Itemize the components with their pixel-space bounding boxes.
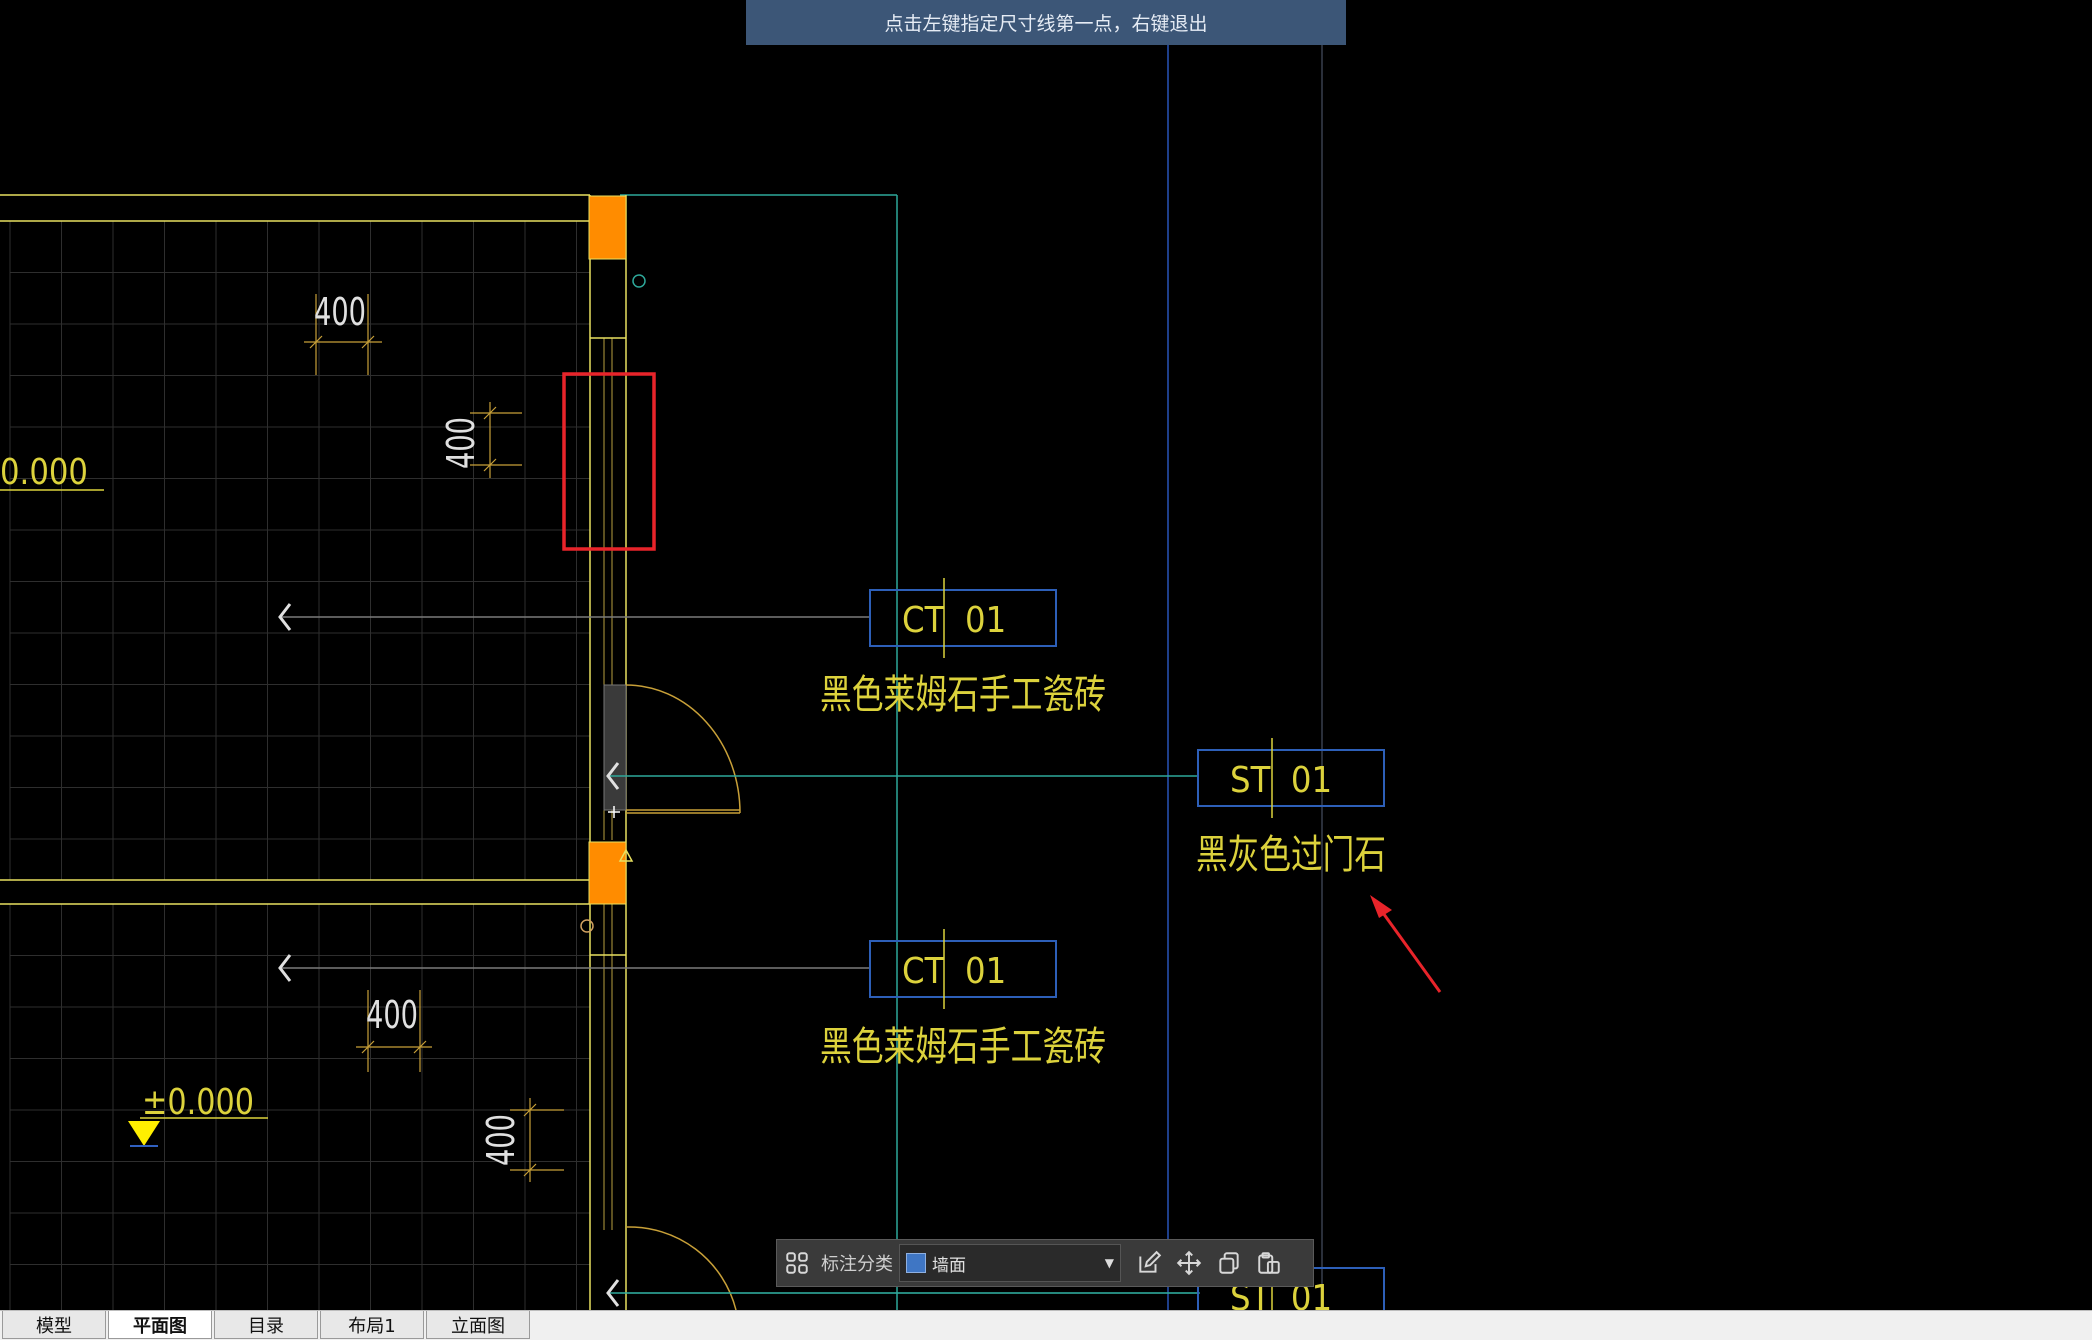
dim-text-2: 400 (439, 417, 483, 469)
dim-text-3: 400 (366, 993, 418, 1037)
move-icon[interactable] (1169, 1243, 1209, 1283)
tab-floor-plan[interactable]: 平面图 (108, 1311, 212, 1339)
annotation-category-select[interactable]: 墙面 ▼ (899, 1244, 1121, 1282)
material-tag-ct01-lower[interactable]: CT 01 黑色莱姆石手工瓷砖 (820, 929, 1106, 1070)
tab-label: 布局1 (348, 1315, 396, 1337)
material-tag-ct01-upper[interactable]: CT 01 黑色莱姆石手工瓷砖 (820, 578, 1106, 718)
tag-desc: 黑色莱姆石手工瓷砖 (820, 1024, 1106, 1070)
tab-label: 平面图 (133, 1315, 187, 1337)
edit-icon[interactable] (1129, 1243, 1169, 1283)
column-top (588, 195, 627, 260)
annotation-toolbar: 标注分类 墙面 ▼ (776, 1239, 1314, 1287)
highlight-red-box (562, 372, 656, 551)
command-prompt-text: 点击左键指定尺寸线第一点，右键退出 (884, 13, 1208, 35)
category-color-swatch (906, 1253, 926, 1273)
layout-tab-bar: 模型 平面图 目录 布局1 立面图 (0, 1310, 2092, 1340)
tag-code: ST 01 (1230, 760, 1332, 801)
tag-code: CT 01 (902, 600, 1006, 641)
marker-circle-mid (580, 919, 594, 933)
tag-desc: 黑色莱姆石手工瓷砖 (820, 672, 1106, 718)
walls (0, 194, 627, 1310)
tab-label: 立面图 (451, 1315, 505, 1337)
level-marks: 0.000 ±0.000 (0, 452, 268, 1147)
door-swing (625, 684, 741, 1311)
category-select-value: 墙面 (932, 1255, 966, 1276)
material-tag-st01[interactable]: ST 01 黑灰色过门石 (1196, 738, 1386, 878)
column-middle (588, 841, 627, 905)
level-text-upper: 0.000 (0, 452, 88, 493)
level-text-lower: ±0.000 (142, 1082, 254, 1123)
red-arrow-annotation (1370, 895, 1442, 993)
level-triangle-icon (128, 1121, 160, 1146)
door-threshold-hatch (603, 684, 627, 811)
grid-icon[interactable] (777, 1243, 817, 1283)
tab-label: 目录 (248, 1315, 284, 1337)
chevron-down-icon: ▼ (1104, 1256, 1114, 1270)
tab-model[interactable]: 模型 (2, 1311, 106, 1339)
marker-circle-top (632, 274, 646, 288)
dim-text-1: 400 (314, 290, 366, 334)
dim-text-4: 400 (479, 1114, 523, 1166)
annotation-category-label: 标注分类 (821, 1254, 893, 1275)
copy-icon[interactable] (1209, 1243, 1249, 1283)
cad-drawing-canvas[interactable]: 400 400 400 400 0.000 ±0.000 CT 01 黑色莱姆石… (0, 0, 2092, 1339)
command-prompt-bar: 点击左键指定尺寸线第一点，右键退出 (746, 0, 1346, 45)
tab-elevation[interactable]: 立面图 (426, 1311, 530, 1339)
tag-code: CT 01 (902, 951, 1006, 992)
paste-icon[interactable] (1249, 1243, 1289, 1283)
dimension-texts: 400 400 400 400 (314, 290, 523, 1166)
tab-layout1[interactable]: 布局1 (320, 1311, 424, 1339)
tab-label: 模型 (36, 1315, 72, 1337)
tag-desc: 黑灰色过门石 (1196, 832, 1386, 878)
tab-catalog[interactable]: 目录 (214, 1311, 318, 1339)
